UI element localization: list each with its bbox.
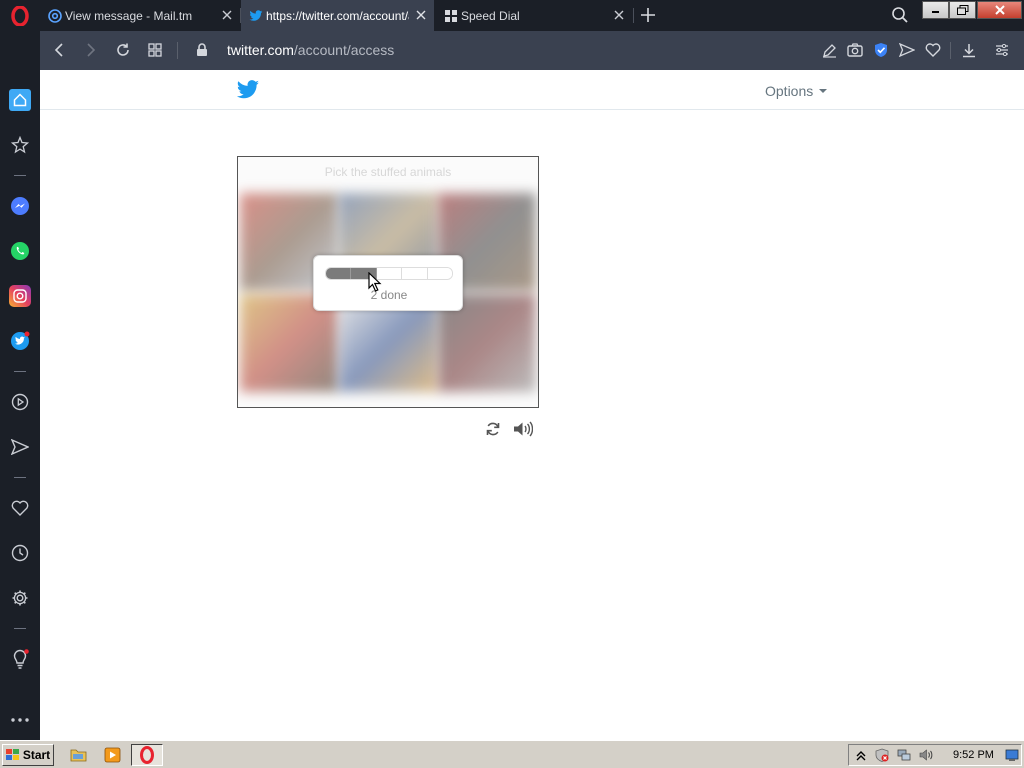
bookmark-heart-icon[interactable] [924,41,942,59]
search-tabs-icon[interactable] [891,6,909,24]
volume-icon[interactable] [919,748,933,762]
captcha-progress-card: 2 done [313,255,463,311]
media-player-icon[interactable] [104,747,121,763]
opera-taskbar-icon [140,746,154,764]
twitter-icon[interactable] [9,330,31,352]
easy-setup-icon[interactable] [993,41,1011,59]
mouse-cursor-icon [368,272,382,292]
speed-dial-grid-icon [444,9,458,23]
tab-overview-grid-icon[interactable] [146,41,164,59]
downloads-icon[interactable] [960,41,978,59]
options-label: Options [765,83,814,99]
show-hidden-icons-icon[interactable] [854,748,868,762]
whatsapp-icon[interactable] [9,240,31,262]
captcha-progress-bar [325,267,453,280]
tab-strip: View message - Mail.tm https://twitter.c… [0,0,1024,31]
player-icon[interactable] [9,391,31,413]
url-host: twitter.com [227,42,294,58]
restore-window-button[interactable] [949,1,976,19]
close-tab-icon[interactable] [414,8,428,22]
taskbar-opera-button[interactable] [131,744,163,766]
captcha-progress-label: 2 done [370,288,408,302]
new-tab-plus-icon[interactable] [639,6,657,24]
page-header: Options [40,70,1024,110]
minimize-window-button[interactable] [922,1,949,19]
caret-down-icon [819,89,828,93]
close-tab-icon[interactable] [612,8,626,22]
mail-tm-at-icon [48,8,62,23]
bookmarks-icon[interactable] [9,134,31,156]
clock[interactable]: 9:52 PM [953,749,994,761]
lock-icon[interactable] [193,41,211,59]
twitter-bird-icon [249,9,263,23]
close-window-button[interactable] [977,1,1022,19]
opera-menu-icon[interactable] [10,6,30,26]
reload-icon[interactable] [114,41,132,59]
start-button[interactable]: Start [2,744,54,766]
adblock-shield-icon[interactable] [872,41,890,59]
web-page: Options Pick the stuffed animals 2 done [40,70,1024,740]
send-icon[interactable] [9,436,31,458]
network-icon[interactable] [897,748,911,762]
twitter-logo-icon[interactable] [236,80,260,100]
url-field[interactable]: twitter.com/account/access [227,42,394,58]
forward-icon[interactable] [82,41,100,59]
start-label: Start [22,748,51,762]
back-icon[interactable] [50,41,68,59]
url-path: /account/access [293,42,395,58]
tab-speed-dial[interactable]: Speed Dial [436,0,632,31]
tab-mail[interactable]: View message - Mail.tm [40,0,240,31]
windows-logo-icon [5,749,19,760]
edit-page-icon[interactable] [820,41,838,59]
more-icon[interactable] [9,709,31,731]
tab-title: https://twitter.com/account/access [266,8,409,23]
tab-title: Speed Dial [461,8,520,23]
system-tray: 9:52 PM [848,744,1022,766]
refresh-captcha-icon[interactable] [484,420,502,438]
heart-icon[interactable] [9,497,31,519]
tab-title: View message - Mail.tm [65,8,193,23]
progress-segment [326,268,352,279]
options-dropdown[interactable]: Options [765,83,828,99]
history-icon[interactable] [9,542,31,564]
send-to-flow-icon[interactable] [898,41,916,59]
progress-segment [427,268,452,279]
close-tab-icon[interactable] [220,8,234,22]
lightbulb-icon[interactable] [9,648,31,670]
progress-segment [402,268,428,279]
file-explorer-icon[interactable] [70,747,87,763]
windows-taskbar: Start 9:52 PM [0,740,1024,768]
address-bar: twitter.com/account/access [40,31,1024,70]
instagram-icon[interactable] [9,285,31,307]
audio-captcha-icon[interactable] [512,420,534,438]
sidebar [0,31,40,740]
captcha-instruction: Pick the stuffed animals [324,165,452,179]
home-icon[interactable] [9,89,31,111]
messenger-icon[interactable] [9,195,31,217]
show-desktop-icon[interactable] [1005,748,1019,762]
tab-twitter[interactable]: https://twitter.com/account/access [241,0,434,31]
security-alert-icon[interactable] [875,748,889,762]
captcha-challenge-frame: Pick the stuffed animals 2 done [237,156,539,408]
snapshot-camera-icon[interactable] [846,41,864,59]
settings-icon[interactable] [9,587,31,609]
